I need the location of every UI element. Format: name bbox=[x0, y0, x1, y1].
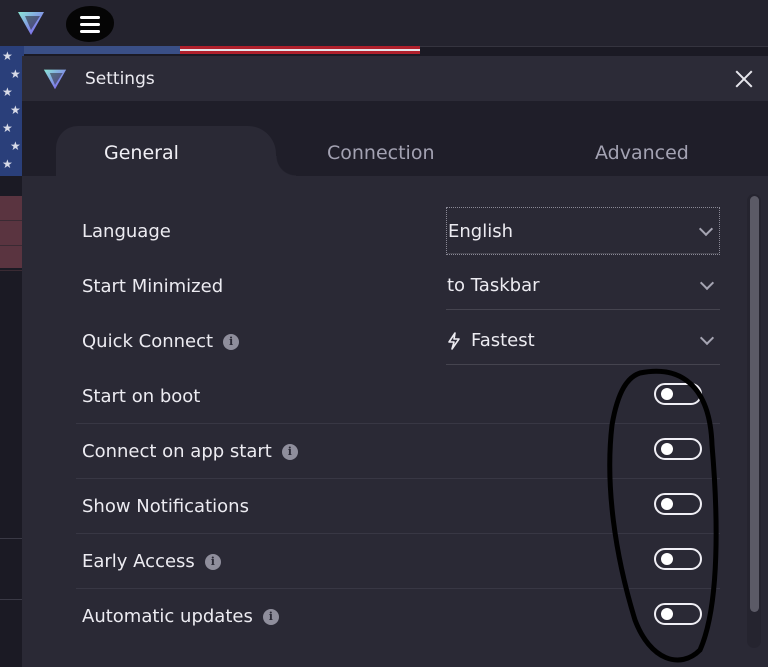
setting-row-quick-connect: Quick Connect i Fastest bbox=[76, 314, 720, 369]
quick-connect-value: Fastest bbox=[471, 330, 535, 351]
quick-connect-select[interactable]: Fastest bbox=[446, 317, 720, 365]
background-flag-stars: ★ ★ ★ ★ ★ ★ ★ bbox=[0, 46, 24, 176]
chevron-down-icon bbox=[699, 275, 715, 291]
setting-row-start-on-boot: Start on boot bbox=[76, 369, 720, 424]
chevron-down-icon bbox=[698, 221, 714, 237]
toggle-knob bbox=[661, 608, 673, 620]
info-icon[interactable]: i bbox=[223, 333, 240, 350]
setting-row-connect-on-app-start: Connect on app start i bbox=[76, 424, 720, 479]
tab-general[interactable]: General bbox=[104, 142, 179, 164]
setting-row-early-access: Early Access i bbox=[76, 534, 720, 589]
language-select[interactable]: English bbox=[446, 207, 720, 255]
start-minimized-label: Start Minimized bbox=[82, 276, 224, 297]
vpn-logo-icon bbox=[43, 69, 67, 90]
early-access-toggle[interactable] bbox=[654, 548, 702, 570]
quick-connect-label: Quick Connect bbox=[82, 331, 214, 352]
background-list bbox=[0, 538, 22, 600]
settings-content: Language English Start Minimized to Task… bbox=[22, 176, 768, 667]
hamburger-menu-button[interactable] bbox=[66, 6, 114, 42]
start-minimized-select[interactable]: to Taskbar bbox=[446, 262, 720, 310]
background-panel bbox=[0, 196, 22, 271]
tab-connection[interactable]: Connection bbox=[327, 142, 435, 164]
start-on-boot-label: Start on boot bbox=[82, 386, 201, 407]
lightning-icon bbox=[448, 331, 460, 350]
toggle-knob bbox=[661, 553, 673, 565]
app-topbar bbox=[0, 0, 768, 47]
automatic-updates-label: Automatic updates bbox=[82, 606, 253, 627]
info-icon[interactable]: i bbox=[281, 443, 298, 460]
show-notifications-label: Show Notifications bbox=[82, 496, 249, 517]
language-value: English bbox=[448, 221, 513, 242]
close-button[interactable] bbox=[734, 69, 754, 89]
scrollbar-thumb[interactable] bbox=[750, 196, 759, 612]
setting-row-start-minimized: Start Minimized to Taskbar bbox=[76, 259, 720, 314]
connect-on-app-start-toggle[interactable] bbox=[654, 438, 702, 460]
toggle-knob bbox=[661, 498, 673, 510]
settings-dialog: Settings General Connection Advanced Lan… bbox=[22, 56, 768, 667]
show-notifications-toggle[interactable] bbox=[654, 493, 702, 515]
setting-row-language: Language English bbox=[76, 204, 720, 259]
start-on-boot-toggle[interactable] bbox=[654, 383, 702, 405]
toggle-knob bbox=[661, 388, 673, 400]
dialog-title: Settings bbox=[85, 69, 155, 89]
setting-row-automatic-updates: Automatic updates i bbox=[76, 589, 720, 644]
tab-advanced[interactable]: Advanced bbox=[595, 142, 689, 164]
automatic-updates-toggle[interactable] bbox=[654, 603, 702, 625]
early-access-label: Early Access bbox=[82, 551, 195, 572]
info-icon[interactable]: i bbox=[262, 608, 279, 625]
language-label: Language bbox=[82, 221, 171, 242]
setting-row-show-notifications: Show Notifications bbox=[76, 479, 720, 534]
vpn-logo-icon bbox=[18, 12, 44, 35]
connect-on-app-start-label: Connect on app start bbox=[82, 441, 272, 462]
info-icon[interactable]: i bbox=[204, 553, 221, 570]
background-flag-stripes bbox=[180, 46, 420, 54]
start-minimized-value: to Taskbar bbox=[447, 275, 540, 296]
chevron-down-icon bbox=[699, 330, 715, 346]
hamburger-icon bbox=[80, 14, 100, 35]
dialog-header: Settings bbox=[22, 56, 768, 101]
background-flag-blue bbox=[24, 46, 180, 54]
settings-tabs: General Connection Advanced bbox=[22, 101, 768, 176]
toggle-knob bbox=[661, 443, 673, 455]
